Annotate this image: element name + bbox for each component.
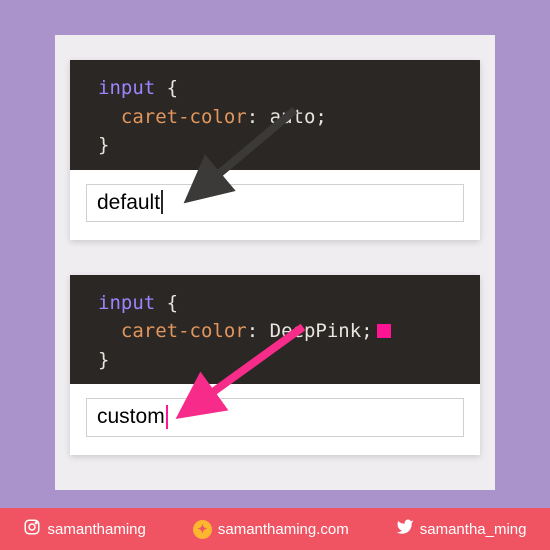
instagram-icon <box>23 518 41 540</box>
brace: } <box>98 134 109 156</box>
color-swatch-icon <box>377 324 391 338</box>
example-custom: input { caret-color: DeepPink; } custom <box>70 275 480 455</box>
code-selector: input <box>98 77 155 99</box>
footer-twitter-label: samantha_ming <box>420 521 527 538</box>
code-value: DeepPink <box>270 320 362 342</box>
colon: : <box>247 106 258 128</box>
caret-deeppink <box>166 405 168 429</box>
footer-instagram[interactable]: samanthaming <box>23 518 145 540</box>
twitter-icon <box>396 518 414 540</box>
brace: } <box>98 349 109 371</box>
brace: { <box>167 292 178 314</box>
semi: ; <box>315 106 326 128</box>
snippet-canvas: input { caret-color: auto; } default <box>55 35 495 490</box>
semi: ; <box>361 320 372 342</box>
code-selector: input <box>98 292 155 314</box>
footer-twitter[interactable]: samantha_ming <box>396 518 527 540</box>
example-default: input { caret-color: auto; } default <box>70 60 480 240</box>
code-value: auto <box>270 106 316 128</box>
footer-instagram-label: samanthaming <box>47 521 145 538</box>
code-property: caret-color <box>121 106 247 128</box>
code-property: caret-color <box>121 320 247 342</box>
code-block: input { caret-color: auto; } <box>70 60 480 170</box>
colon: : <box>247 320 258 342</box>
input-text: custom <box>97 405 165 428</box>
code-block: input { caret-color: DeepPink; } <box>70 275 480 385</box>
footer-website-label: samanthaming.com <box>218 521 349 538</box>
caret-default <box>161 190 163 214</box>
input-default[interactable]: default <box>86 184 464 222</box>
footer-bar: samanthaming ✦ samanthaming.com samantha… <box>0 508 550 550</box>
input-custom[interactable]: custom <box>86 398 464 436</box>
input-preview-wrap: custom <box>70 384 480 454</box>
input-text: default <box>97 191 160 214</box>
logo-icon: ✦ <box>193 520 212 539</box>
footer-website[interactable]: ✦ samanthaming.com <box>193 520 349 539</box>
brace: { <box>167 77 178 99</box>
input-preview-wrap: default <box>70 170 480 240</box>
